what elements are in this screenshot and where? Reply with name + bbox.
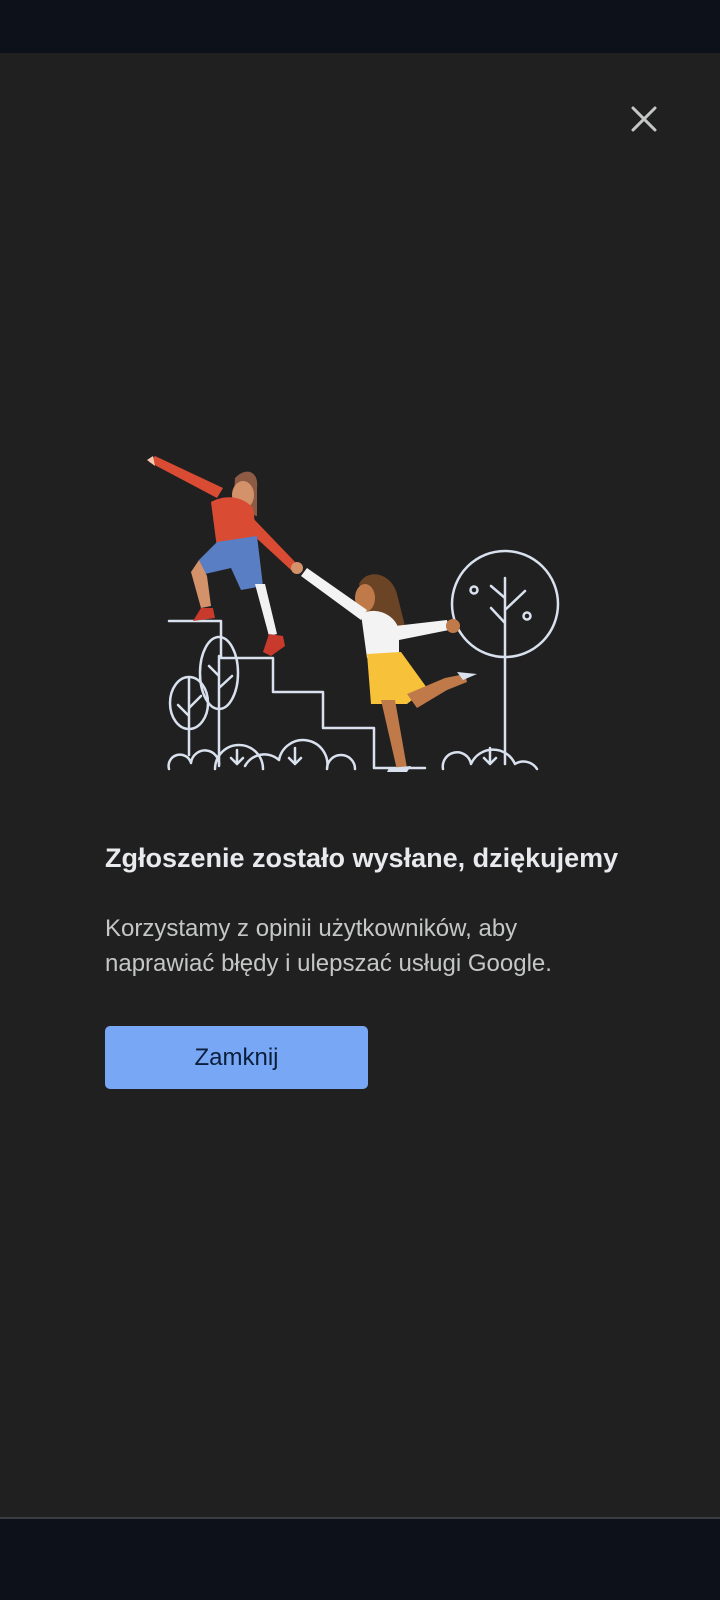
close-icon (631, 106, 657, 132)
status-bar (0, 0, 720, 53)
confirmation-title: Zgłoszenie zostało wysłane, dziękujemy (105, 843, 619, 873)
confirmation-message: Korzystamy z opinii użytkowników, aby na… (105, 915, 552, 977)
navigation-bar (0, 1517, 720, 1600)
feedback-confirmation-screen: Zgłoszenie zostało wysłane, dziękujemy K… (0, 53, 720, 1517)
people-climbing-stairs-illustration (147, 456, 560, 772)
close-dialog-button[interactable] (620, 95, 668, 143)
close-button[interactable]: Zamknij (105, 1026, 368, 1089)
